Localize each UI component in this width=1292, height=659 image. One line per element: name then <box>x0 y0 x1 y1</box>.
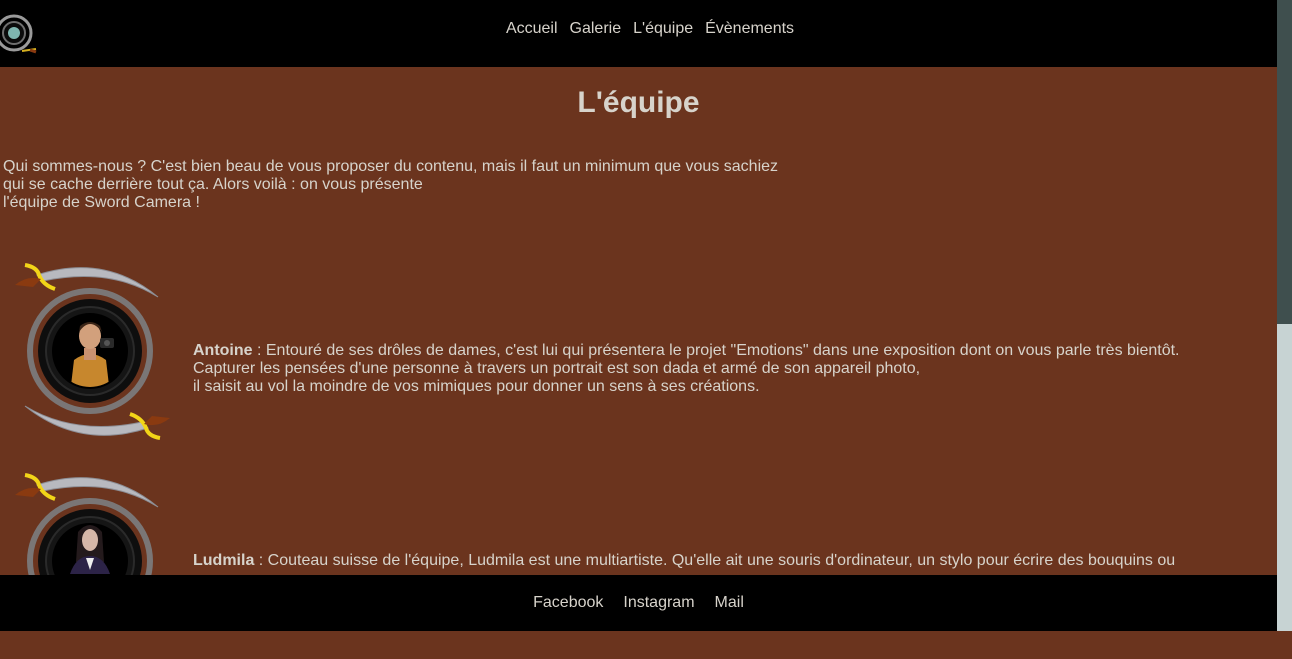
member-name: Antoine <box>193 342 253 359</box>
page-title: L'équipe <box>577 86 700 119</box>
member-bio: Ludmila : Couteau suisse de l'équipe, Lu… <box>193 552 1263 570</box>
sword-camera-logo-icon[interactable] <box>0 9 38 57</box>
bio-line: Capturer les pensées d'une personne à tr… <box>193 360 921 377</box>
member-name: Ludmila <box>193 552 255 569</box>
member-bio: Antoine : Entouré de ses drôles de dames… <box>193 342 1263 396</box>
site-footer: Facebook Instagram Mail <box>0 575 1277 631</box>
main-nav: Accueil Galerie L'équipe Évènements <box>500 20 800 38</box>
nav-galerie[interactable]: Galerie <box>570 20 622 38</box>
intro-line: l'équipe de Sword Camera ! <box>3 194 200 211</box>
footer-link-facebook[interactable]: Facebook <box>533 594 603 612</box>
bio-line: il saisit au vol la moindre de vos mimiq… <box>193 378 760 395</box>
ludmila-photo <box>56 525 124 574</box>
intro-line: Qui sommes-nous ? C'est bien beau de vou… <box>3 158 779 175</box>
avatar-frame <box>15 259 170 444</box>
intro-text: Qui sommes-nous ? C'est bien beau de vou… <box>3 158 803 212</box>
intro-line: qui se cache derrière tout ça. Alors voi… <box>3 176 423 193</box>
nav-equipe[interactable]: L'équipe <box>633 20 693 38</box>
scrollbar-thumb[interactable] <box>1277 0 1292 324</box>
bio-line: : Couteau suisse de l'équipe, Ludmila es… <box>254 552 1176 569</box>
nav-accueil[interactable]: Accueil <box>506 20 558 38</box>
page-scrollbar[interactable] <box>1277 0 1292 631</box>
footer-link-instagram[interactable]: Instagram <box>623 594 694 612</box>
site-header: Accueil Galerie L'équipe Évènements <box>0 0 1277 67</box>
antoine-photo <box>56 315 124 387</box>
footer-link-mail[interactable]: Mail <box>715 594 744 612</box>
bio-line: : Entouré de ses drôles de dames, c'est … <box>252 342 1180 359</box>
nav-evenements[interactable]: Évènements <box>705 20 794 38</box>
